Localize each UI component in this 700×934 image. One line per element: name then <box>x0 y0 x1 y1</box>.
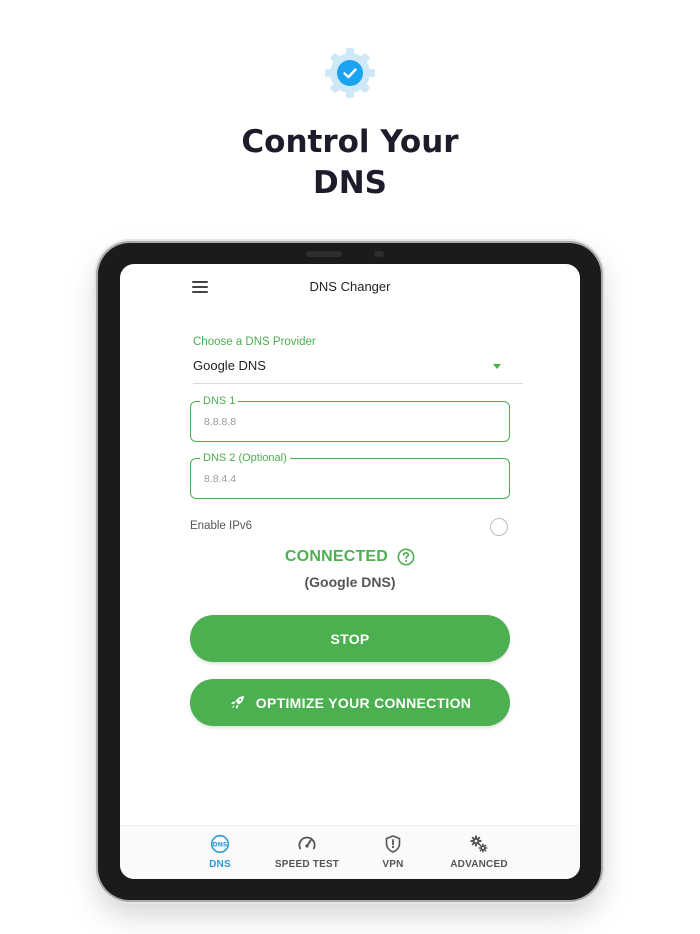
stop-button-label: STOP <box>330 630 370 647</box>
app-bar: DNS Changer <box>120 264 580 312</box>
nav-label-dns: DNS <box>209 859 231 870</box>
chevron-down-icon <box>493 364 501 369</box>
provider-selected-value: Google DNS <box>193 358 266 373</box>
svg-text:DNS: DNS <box>213 841 228 848</box>
dns-icon: DNS <box>210 834 230 854</box>
nav-label-vpn: VPN <box>382 859 404 870</box>
promo-headline: Control Your DNS <box>0 122 700 204</box>
camera-sensor <box>306 251 342 257</box>
shield-icon <box>385 835 401 853</box>
nav-item-dns[interactable]: DNS DNS <box>175 834 265 870</box>
app-screen: DNS Changer Choose a DNS Provider Google… <box>120 264 580 879</box>
nav-item-vpn[interactable]: VPN <box>348 834 438 870</box>
question-circle-icon[interactable] <box>397 548 415 566</box>
dns2-label: DNS 2 (Optional) <box>200 451 290 465</box>
speedometer-icon <box>298 836 316 850</box>
app-title: DNS Changer <box>309 279 391 294</box>
dns1-label: DNS 1 <box>200 394 239 408</box>
ipv6-radio[interactable] <box>490 518 508 536</box>
connection-status: CONNECTED <box>120 548 580 566</box>
nav-item-speed-test[interactable]: SPEED TEST <box>262 834 352 870</box>
provider-label: Choose a DNS Provider <box>193 336 316 348</box>
dns2-value: 8.8.4.4 <box>204 473 237 485</box>
rocket-icon <box>230 696 244 709</box>
dns1-field[interactable]: DNS 1 8.8.8.8 <box>190 394 510 442</box>
status-provider: (Google DNS) <box>304 574 396 590</box>
headline-line-1: Control Your <box>241 124 459 160</box>
headline-line-2: DNS <box>312 165 387 201</box>
verified-gear-icon <box>325 48 375 98</box>
ipv6-label: Enable IPv6 <box>190 520 253 532</box>
nav-item-advanced[interactable]: ADVANCED <box>434 834 524 870</box>
gears-icon <box>470 835 488 853</box>
provider-dropdown[interactable]: Google DNS <box>193 354 523 384</box>
optimize-connection-button[interactable]: OPTIMIZE YOUR CONNECTION <box>190 679 510 726</box>
nav-label-advanced: ADVANCED <box>450 859 508 870</box>
stop-button[interactable]: STOP <box>190 615 510 662</box>
status-text: CONNECTED <box>284 548 389 565</box>
nav-label-speed-test: SPEED TEST <box>274 859 340 870</box>
dns1-value: 8.8.8.8 <box>204 416 237 428</box>
optimize-button-label: OPTIMIZE YOUR CONNECTION <box>255 694 472 711</box>
dns2-field[interactable]: DNS 2 (Optional) 8.8.4.4 <box>190 451 510 499</box>
bottom-navigation: DNS DNS SPEED TEST VPN ADVANCED <box>120 825 580 879</box>
camera-lens <box>374 251 384 257</box>
